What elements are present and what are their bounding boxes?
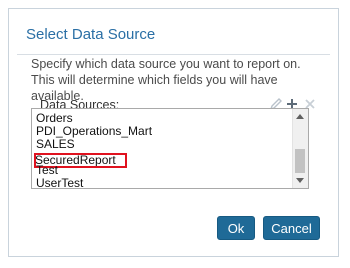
data-sources-list[interactable]: Orders PDI_Operations_Mart SALES Secured… (31, 108, 309, 189)
list-scrollbar[interactable] (292, 109, 308, 188)
dialog-title: Select Data Source (26, 26, 156, 43)
data-sources-items: Orders PDI_Operations_Mart SALES Secured… (34, 112, 292, 189)
scroll-thumb[interactable] (295, 149, 305, 173)
list-item[interactable]: SALES (36, 138, 292, 151)
title-divider (17, 54, 330, 55)
ok-button[interactable]: Ok (217, 216, 255, 240)
scroll-up-arrow-icon[interactable] (296, 114, 304, 119)
cancel-button[interactable]: Cancel (263, 216, 320, 240)
scroll-down-arrow-icon[interactable] (296, 178, 304, 183)
list-item[interactable]: UserTest (36, 177, 292, 189)
